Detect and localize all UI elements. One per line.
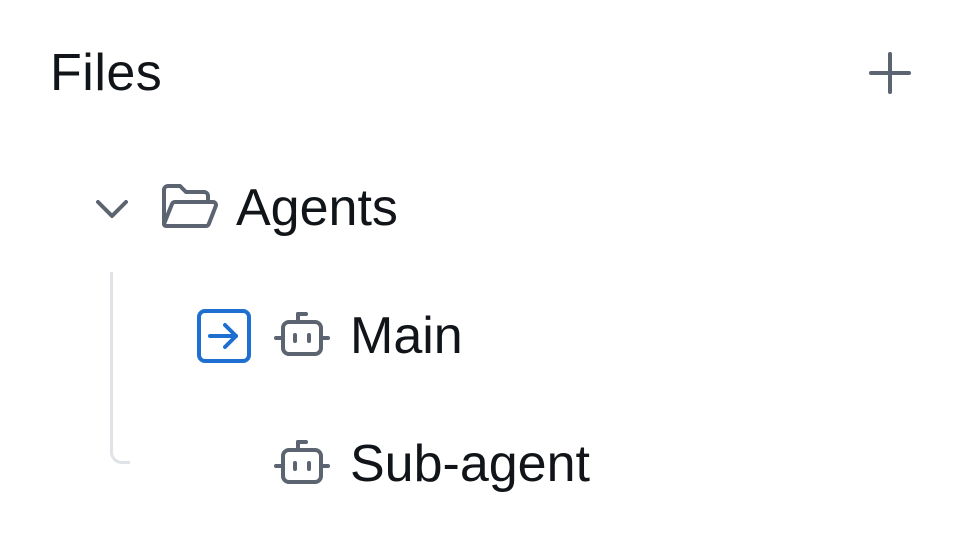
tree-item-main[interactable]: Main: [196, 296, 463, 376]
file-tree: Agents Main Sub-agent: [0, 0, 960, 540]
item-label: Sub-agent: [350, 435, 590, 493]
chevron-down-icon[interactable]: [88, 184, 136, 232]
bot-icon: [272, 306, 332, 366]
item-label: Main: [350, 307, 463, 365]
tree-folder-agents[interactable]: Agents: [88, 168, 398, 248]
folder-label: Agents: [236, 179, 398, 237]
folder-open-icon: [158, 177, 220, 239]
bot-icon: [272, 434, 332, 494]
tree-item-sub-agent[interactable]: Sub-agent: [272, 424, 590, 504]
arrow-right-to-box-icon: [196, 308, 252, 364]
files-panel: Files Agents Main Sub-agent: [0, 0, 960, 540]
tree-guide-line: [110, 272, 130, 464]
